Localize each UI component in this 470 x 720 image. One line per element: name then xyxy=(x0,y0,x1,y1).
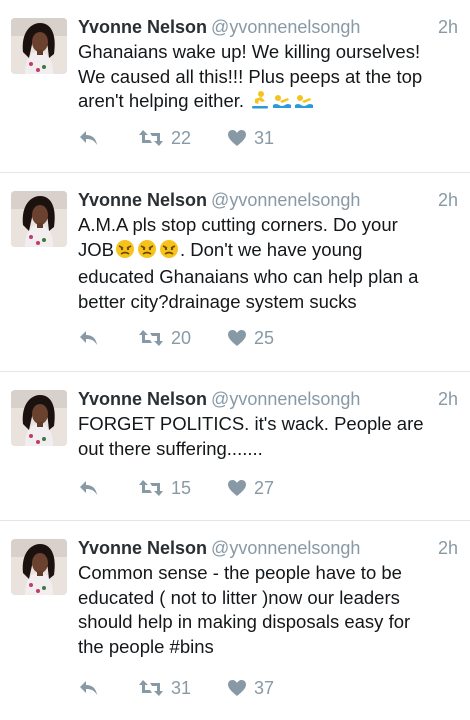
retweet-button[interactable]: 22 xyxy=(138,126,191,150)
avatar[interactable] xyxy=(11,390,67,446)
tweet-actions: 20 25 xyxy=(78,326,338,350)
tweet-header: Yvonne Nelson @yvonnenelsongh 2h xyxy=(78,536,458,560)
like-count: 25 xyxy=(254,327,275,348)
text-line: aren't helping either. xyxy=(78,89,456,117)
person-surfing-emoji xyxy=(250,90,270,117)
author-name[interactable]: Yvonne Nelson xyxy=(78,17,207,37)
tweet-header: Yvonne Nelson @yvonnenelsongh 2h xyxy=(78,188,458,212)
text-line: JOB . Don't we have young xyxy=(78,238,456,266)
text-line: A.M.A pls stop cutting corners. Do your xyxy=(78,214,398,235)
timestamp[interactable]: 2h xyxy=(438,15,458,39)
tweet-text: Common sense - the people have to be edu… xyxy=(78,561,456,659)
reply-button[interactable] xyxy=(78,676,100,700)
tweet-actions: 15 27 xyxy=(78,476,338,500)
author-name[interactable]: Yvonne Nelson xyxy=(78,389,207,409)
timestamp[interactable]: 2h xyxy=(438,536,458,560)
like-button[interactable]: 27 xyxy=(227,476,274,500)
like-button[interactable]: 25 xyxy=(227,326,274,350)
reply-icon xyxy=(80,681,97,695)
timestamp[interactable]: 2h xyxy=(438,387,458,411)
timestamp[interactable]: 2h xyxy=(438,188,458,212)
tweet-actions: 22 31 xyxy=(78,126,338,150)
text-line: should help in making disposals easy for xyxy=(78,611,411,632)
tweet-text: Ghanaians wake up! We killing ourselves!… xyxy=(78,40,456,117)
text-segment: aren't helping either. xyxy=(78,90,245,111)
tweet-text: A.M.A pls stop cutting corners. Do your … xyxy=(78,213,456,314)
tweet-header: Yvonne Nelson @yvonnenelsongh 2h xyxy=(78,15,458,39)
text-line: educated ( not to litter )now our leader… xyxy=(78,586,400,608)
author-handle[interactable]: @yvonnenelsongh xyxy=(211,389,360,409)
heart-icon xyxy=(228,330,246,346)
angry-face-emoji xyxy=(115,239,135,266)
angry-face-emoji xyxy=(159,239,179,266)
tweet-header: Yvonne Nelson @yvonnenelsongh 2h xyxy=(78,387,458,411)
author-handle[interactable]: @yvonnenelsongh xyxy=(211,538,360,558)
person-swimming-emoji xyxy=(272,90,292,117)
text-line: better city?drainage system sucks xyxy=(78,290,357,312)
retweet-icon xyxy=(139,480,163,496)
text-line: FORGET POLITICS. it's wack. People are xyxy=(78,413,424,434)
text-line: the people #bins xyxy=(78,635,214,657)
avatar[interactable] xyxy=(11,539,67,595)
text-line: Ghanaians wake up! We killing ourselves! xyxy=(78,41,421,62)
like-count: 31 xyxy=(254,127,275,148)
text-line: out there suffering....... xyxy=(78,437,263,459)
retweet-icon xyxy=(139,680,163,696)
author-name[interactable]: Yvonne Nelson xyxy=(78,190,207,210)
author-name[interactable]: Yvonne Nelson xyxy=(78,538,207,558)
text-segment: JOB xyxy=(78,238,114,260)
heart-icon xyxy=(228,480,246,496)
heart-icon xyxy=(228,680,246,696)
like-count: 37 xyxy=(254,677,275,698)
heart-icon xyxy=(228,130,246,146)
text-line: educated Ghanaians who can help plan a xyxy=(78,266,419,287)
retweet-count: 15 xyxy=(171,477,192,498)
reply-icon xyxy=(80,481,97,495)
author-handle[interactable]: @yvonnenelsongh xyxy=(211,190,360,210)
text-line: We caused all this!!! Plus peeps at the … xyxy=(78,65,423,87)
tweet[interactable]: Yvonne Nelson @yvonnenelsongh 2h Ghanaian… xyxy=(0,0,470,172)
retweet-count: 31 xyxy=(171,677,192,698)
retweet-count: 20 xyxy=(171,327,192,348)
retweet-button[interactable]: 20 xyxy=(138,326,191,350)
tweet-text: FORGET POLITICS. it's wack. People are o… xyxy=(78,412,456,461)
like-button[interactable]: 37 xyxy=(227,676,274,700)
retweet-count: 22 xyxy=(171,127,192,148)
reply-button[interactable] xyxy=(78,126,100,150)
person-swimming-emoji xyxy=(294,90,314,117)
tweet[interactable]: Yvonne Nelson @yvonnenelsongh 2h Common s… xyxy=(0,521,470,720)
like-count: 27 xyxy=(254,477,275,498)
tweet[interactable]: Yvonne Nelson @yvonnenelsongh 2h FORGET P… xyxy=(0,372,470,520)
author-handle[interactable]: @yvonnenelsongh xyxy=(211,17,360,37)
retweet-button[interactable]: 31 xyxy=(138,676,191,700)
avatar[interactable] xyxy=(11,191,67,247)
reply-button[interactable] xyxy=(78,476,100,500)
retweet-icon xyxy=(139,130,163,146)
angry-face-emoji xyxy=(137,239,157,266)
avatar[interactable] xyxy=(11,18,67,74)
tweet-feed: Yvonne Nelson @yvonnenelsongh 2h Ghanaian… xyxy=(0,0,470,720)
text-segment: . Don't we have young xyxy=(179,238,363,260)
like-button[interactable]: 31 xyxy=(227,126,274,150)
retweet-button[interactable]: 15 xyxy=(138,476,191,500)
reply-button[interactable] xyxy=(78,326,100,350)
reply-icon xyxy=(80,131,97,145)
tweet[interactable]: Yvonne Nelson @yvonnenelsongh 2h A.M.A pl… xyxy=(0,173,470,371)
text-line: Common sense - the people have to be xyxy=(78,562,402,583)
retweet-icon xyxy=(139,330,163,346)
tweet-actions: 31 37 xyxy=(78,676,338,700)
reply-icon xyxy=(80,331,97,345)
